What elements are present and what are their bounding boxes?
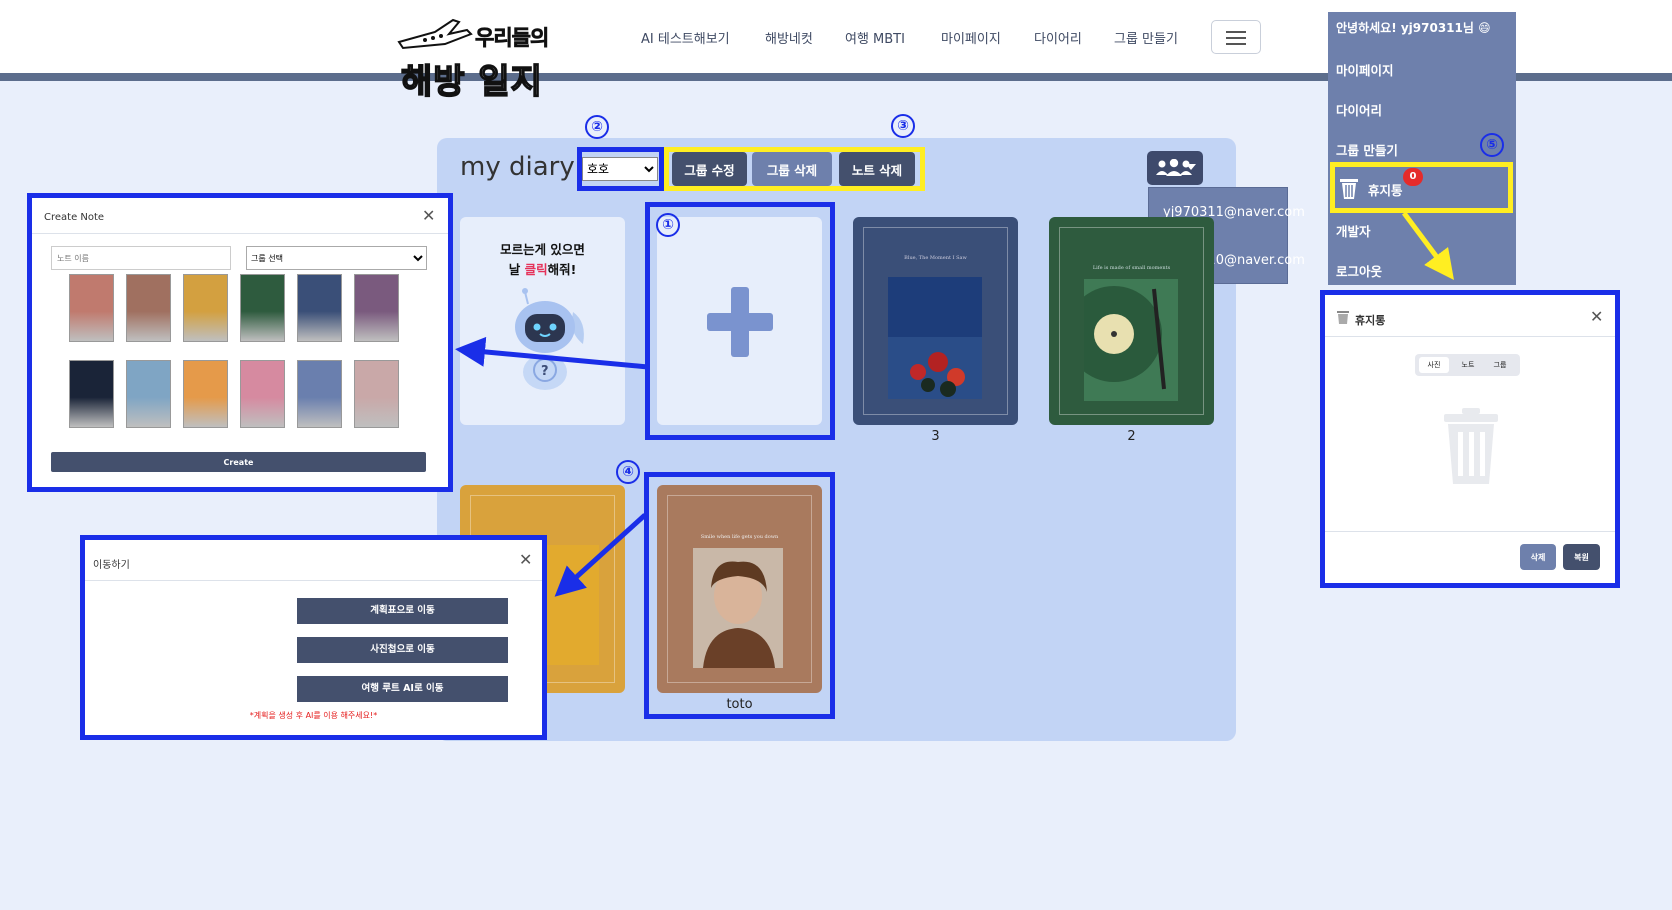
cover-thumbnail[interactable] bbox=[297, 360, 342, 428]
cover-thumbnail[interactable] bbox=[69, 360, 114, 428]
cover-thumbnail[interactable] bbox=[126, 274, 171, 342]
go-to-planner-button[interactable]: 계획표으로 이동 bbox=[297, 598, 508, 624]
tab-photos[interactable]: 사진 bbox=[1419, 357, 1449, 373]
cover-thumbnail[interactable] bbox=[183, 274, 228, 342]
trash-icon bbox=[1337, 311, 1349, 324]
create-note-modal: Create Note ✕ 그룹 선택 Create bbox=[32, 198, 448, 487]
go-to-route-ai-button[interactable]: 여행 루트 AI로 이동 bbox=[297, 676, 508, 702]
restore-button[interactable]: 복원 bbox=[1563, 544, 1600, 570]
close-icon[interactable]: ✕ bbox=[519, 550, 532, 569]
modal-divider bbox=[1325, 336, 1615, 337]
cover-thumbnail[interactable] bbox=[240, 274, 285, 342]
delete-button[interactable]: 삭제 bbox=[1520, 544, 1556, 570]
modal-divider bbox=[1325, 531, 1615, 532]
cover-thumbnail[interactable] bbox=[69, 274, 114, 342]
note-name-input[interactable] bbox=[51, 246, 231, 270]
trash-tab-bar: 사진 노트 그룹 bbox=[1415, 354, 1520, 376]
close-icon[interactable]: ✕ bbox=[422, 206, 435, 225]
cover-thumbnail[interactable] bbox=[354, 274, 399, 342]
ai-notice-text: *계획을 생성 후 AI를 이용 해주세요!* bbox=[249, 711, 378, 720]
modal-title: 이동하기 bbox=[93, 560, 130, 571]
modal-title: Create Note bbox=[44, 212, 105, 223]
modal-title: 휴지통 bbox=[1355, 314, 1386, 327]
cover-thumbnail[interactable] bbox=[240, 360, 285, 428]
cover-thumbnail[interactable] bbox=[183, 360, 228, 428]
modal-divider bbox=[85, 580, 542, 581]
empty-trash-icon bbox=[1444, 408, 1498, 484]
cover-thumbnail[interactable] bbox=[126, 360, 171, 428]
trash-modal: 휴지통 ✕ 사진 노트 그룹 삭제 복원 bbox=[1325, 295, 1615, 583]
tab-groups[interactable]: 그룹 bbox=[1485, 357, 1515, 373]
tab-notes[interactable]: 노트 bbox=[1453, 357, 1483, 373]
cover-thumbnail[interactable] bbox=[297, 274, 342, 342]
close-icon[interactable]: ✕ bbox=[1590, 307, 1603, 326]
move-modal: 이동하기 ✕ 계획표으로 이동 사진첩으로 이동 여행 루트 AI로 이동 *계… bbox=[85, 540, 542, 735]
group-select-dropdown[interactable]: 그룹 선택 bbox=[246, 246, 427, 270]
create-note-button[interactable]: Create bbox=[51, 452, 426, 472]
go-to-album-button[interactable]: 사진첩으로 이동 bbox=[297, 637, 508, 663]
modal-divider bbox=[32, 233, 448, 234]
cover-thumbnail[interactable] bbox=[354, 360, 399, 428]
